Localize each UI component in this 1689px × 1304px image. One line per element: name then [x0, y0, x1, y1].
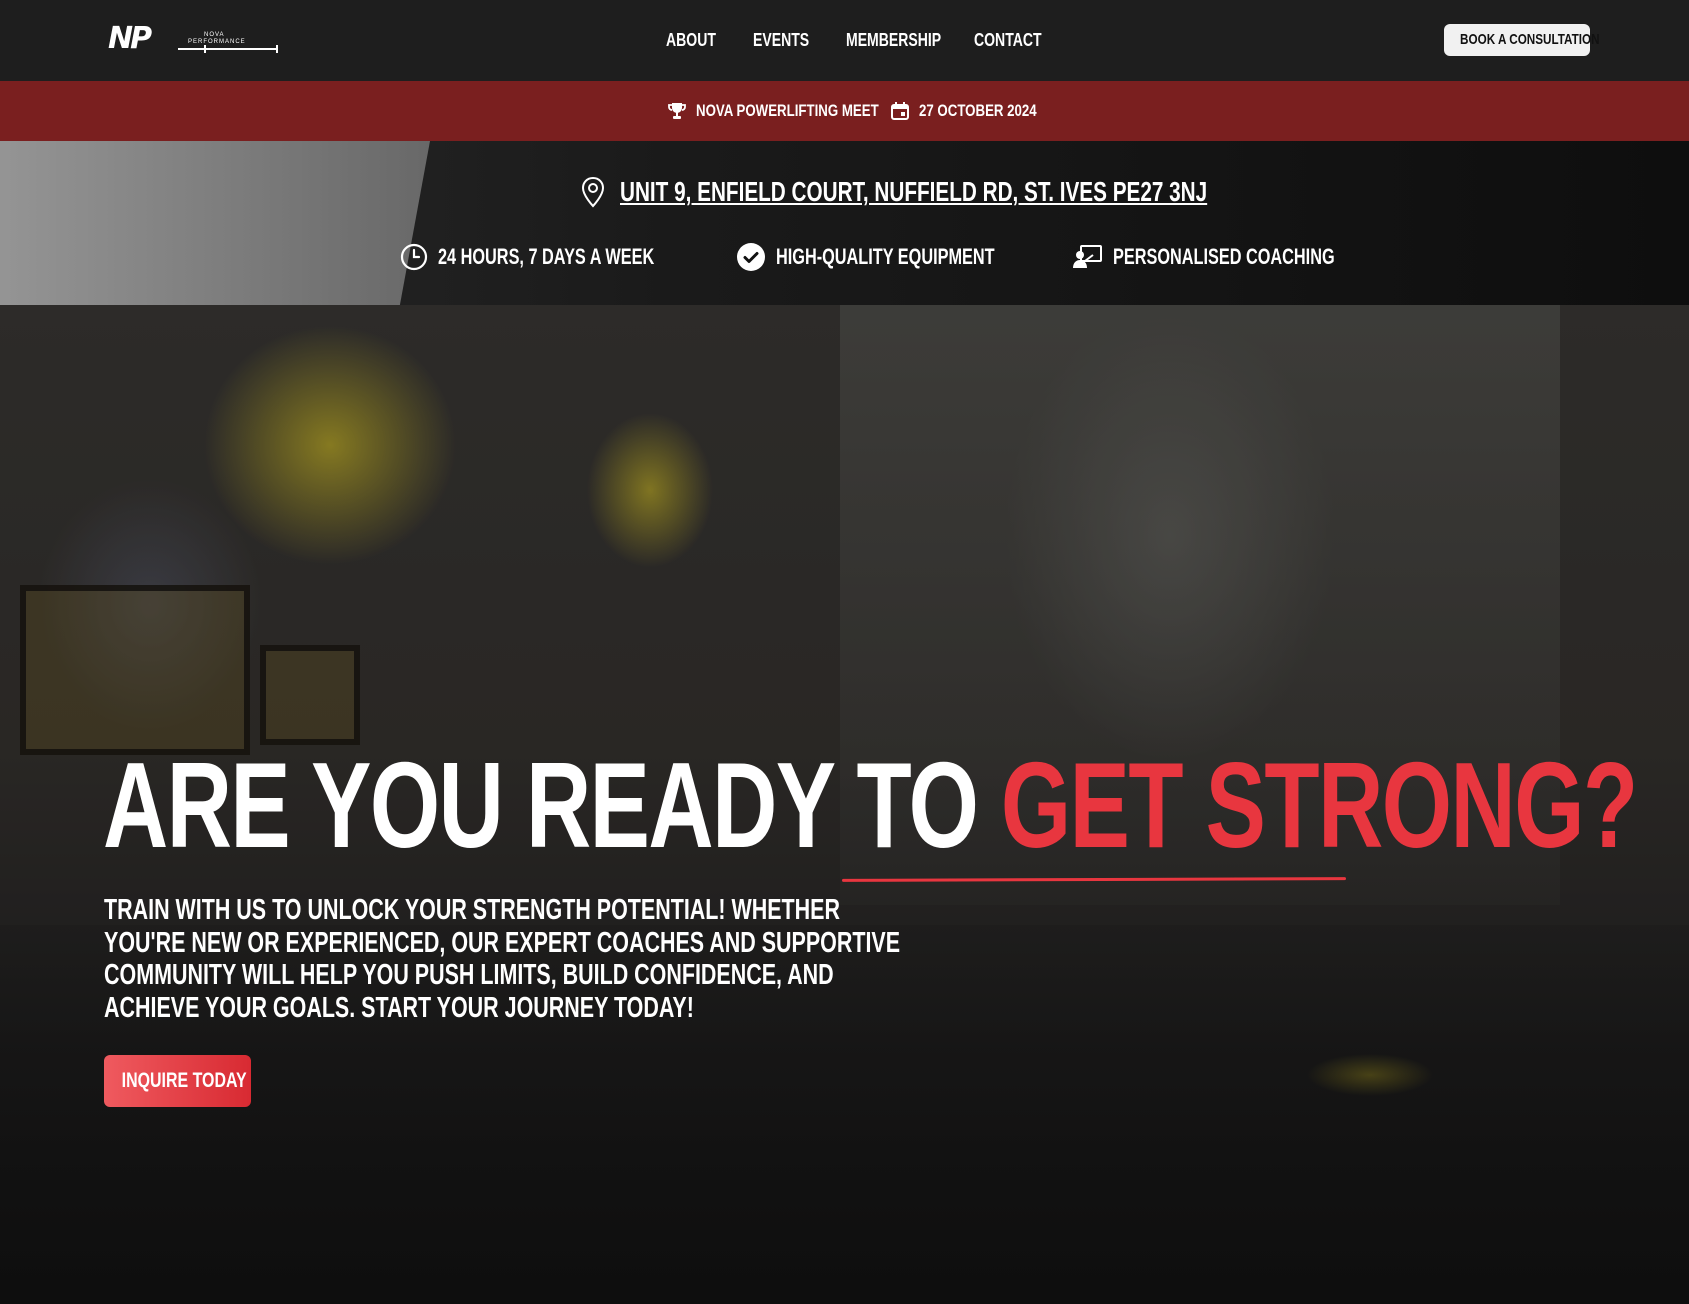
feature-coaching: PERSONALISED COACHING: [1073, 242, 1412, 272]
event-banner: NOVA POWERLIFTING MEET 27 OCTOBER 2024: [0, 81, 1689, 141]
decorative-slant: [0, 141, 430, 305]
event-date-label: 27 OCTOBER 2024: [919, 101, 1037, 120]
hero-headline-white: ARE YOU READY TO: [103, 737, 1001, 873]
location-pin-icon: [581, 176, 605, 208]
feature-equipment-label: HIGH-QUALITY EQUIPMENT: [776, 244, 995, 269]
address-link[interactable]: UNIT 9, ENFIELD COURT, NUFFIELD RD, ST. …: [620, 174, 1207, 210]
inquire-today-label: INQUIRE TODAY: [121, 1069, 247, 1092]
hero-subtext-paragraph: TRAIN WITH US TO UNLOCK YOUR STRENGTH PO…: [104, 894, 901, 1024]
feature-hours-label: 24 HOURS, 7 DAYS A WEEK: [438, 244, 655, 269]
feature-hours: 24 HOURS, 7 DAYS A WEEK: [400, 242, 730, 272]
top-navigation: NP NOVA PERFORMANCE ABOUT EVENTS MEMBERS…: [0, 0, 1689, 81]
event-meet-label: NOVA POWERLIFTING MEET: [696, 101, 879, 120]
book-consultation-button[interactable]: BOOK A CONSULTATION: [1444, 24, 1600, 56]
hero-headline-red: GET STRONG?: [1000, 737, 1638, 873]
nav-link-membership[interactable]: MEMBERSHIP: [846, 28, 941, 52]
feature-equipment: HIGH-QUALITY EQUIPMENT: [736, 242, 1071, 272]
feature-coaching-label: PERSONALISED COACHING: [1113, 244, 1335, 269]
address-row: UNIT 9, ENFIELD COURT, NUFFIELD RD, ST. …: [580, 174, 1413, 210]
coaching-icon: [1073, 245, 1102, 268]
nav-link-contact[interactable]: CONTACT: [974, 28, 1042, 52]
hero-subtext: TRAIN WITH US TO UNLOCK YOUR STRENGTH PO…: [104, 894, 1184, 1024]
hero-headline: ARE YOU READY TO GET STRONG?: [103, 744, 1689, 866]
trophy-icon: [668, 103, 686, 119]
event-date: 27 OCTOBER 2024: [890, 98, 1070, 124]
calendar-icon: [891, 102, 909, 120]
check-circle-icon: [737, 243, 765, 271]
info-bar: UNIT 9, ENFIELD COURT, NUFFIELD RD, ST. …: [0, 141, 1689, 305]
clock-icon: [400, 243, 428, 271]
inquire-today-button[interactable]: INQUIRE TODAY: [104, 1055, 251, 1107]
book-consultation-label: BOOK A CONSULTATION: [1460, 31, 1600, 48]
main-menu: ABOUT EVENTS MEMBERSHIP CONTACT: [0, 28, 1689, 52]
nav-link-about[interactable]: ABOUT: [666, 28, 716, 52]
nav-link-events[interactable]: EVENTS: [753, 28, 809, 52]
hero-section: ARE YOU READY TO GET STRONG? TRAIN WITH …: [0, 305, 1689, 1304]
